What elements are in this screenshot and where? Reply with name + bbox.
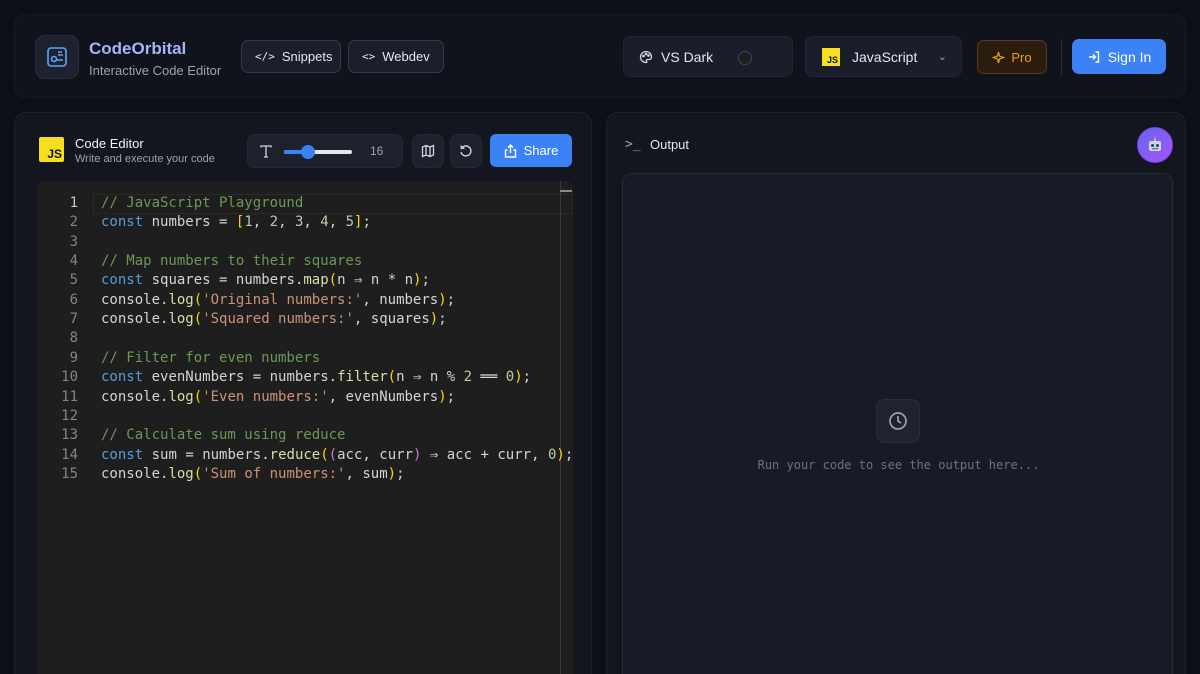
code-text: // Filter for even numbers (101, 349, 321, 366)
type-icon (260, 145, 272, 158)
reset-code-button[interactable] (450, 134, 482, 168)
output-placeholder: Run your code to see the output here... (757, 458, 1040, 472)
brand-name: CodeOrbital (89, 39, 187, 58)
line-number: 11 (61, 388, 78, 405)
js-language-icon: JS (822, 47, 840, 66)
theme-label: VS Dark (661, 48, 714, 65)
code-text: const evenNumbers = numbers.filter(n ⇒ n… (101, 369, 532, 386)
clock-icon (889, 412, 907, 430)
code-line[interactable]: 11 console.log('Even numbers:', evenNumbe… (37, 388, 573, 407)
line-number: 10 (61, 369, 78, 386)
sparkles-icon (992, 51, 1006, 63)
code-line[interactable]: 14 const sum = numbers.reduce((acc, curr)… (37, 446, 573, 465)
code-line[interactable]: 13 // Calculate sum using reduce (37, 426, 573, 445)
logo[interactable] (35, 35, 79, 79)
palette-icon (639, 50, 653, 63)
editor-title: Code Editor (75, 136, 144, 151)
pro-label: Pro (1011, 49, 1032, 65)
line-number: 6 (69, 291, 78, 308)
output-title: Output (650, 137, 690, 152)
code-line[interactable]: 3 (37, 233, 573, 252)
ai-assistant-button[interactable] (1137, 127, 1173, 163)
line-number: 15 (61, 465, 78, 482)
slider-handle[interactable] (300, 145, 315, 159)
webdev-button[interactable]: <> Webdev (348, 40, 444, 73)
code-text: const sum = numbers.reduce((acc, curr) ⇒… (101, 446, 573, 463)
rotate-ccw-icon (460, 145, 472, 157)
code-editor-panel: JS Code Editor Write and execute your co… (14, 112, 592, 674)
line-number: 14 (61, 446, 78, 463)
code-line[interactable]: 8 (37, 329, 573, 348)
code-line[interactable]: 6 console.log('Original numbers:', number… (37, 291, 573, 310)
line-number: 2 (69, 214, 78, 231)
language-selector[interactable]: JS JavaScript ⌄ (805, 36, 962, 77)
share-button[interactable]: Share (490, 134, 572, 167)
font-size-control: 16 (247, 134, 403, 168)
line-number: 9 (69, 349, 78, 366)
code-line[interactable]: 2 const numbers = [1, 2, 3, 4, 5]; (37, 213, 573, 232)
language-label: JavaScript (852, 48, 918, 65)
code-brackets-icon: <> (362, 50, 376, 63)
code-text: // JavaScript Playground (101, 195, 304, 211)
brand-tagline: Interactive Code Editor (89, 63, 222, 78)
header-divider (1061, 39, 1062, 75)
code-text: console.log('Sum of numbers:', sum); (101, 465, 405, 482)
line-number: 4 (69, 253, 78, 270)
line-number: 13 (61, 427, 78, 444)
sign-in-icon (1088, 50, 1099, 63)
code-line[interactable]: 9 // Filter for even numbers (37, 349, 573, 368)
js-file-icon: JS (39, 137, 64, 162)
code-text: const squares = numbers.map(n ⇒ n * n); (101, 272, 430, 289)
terminal-icon: >_ (625, 137, 641, 152)
map-icon (421, 144, 435, 158)
theme-swatch (738, 51, 752, 65)
scrollbar-marker (560, 190, 572, 192)
output-console: Run your code to see the output here... (622, 173, 1173, 674)
code-text: // Calculate sum using reduce (101, 427, 346, 444)
code-line[interactable]: 5 const squares = numbers.map(n ⇒ n * n); (37, 271, 573, 290)
share-icon (504, 143, 516, 158)
line-number: 12 (61, 407, 78, 424)
output-panel: >_ Output Run your code to see the outpu… (606, 112, 1186, 674)
code-text: console.log('Squared numbers:', squares)… (101, 311, 447, 328)
snippets-label: Snippets (281, 49, 333, 64)
robot-icon (1149, 136, 1161, 151)
minimap-toggle-button[interactable] (412, 134, 444, 168)
code-line[interactable]: 15 console.log('Sum of numbers:', sum); (37, 465, 573, 484)
line-number: 7 (69, 311, 78, 328)
line-number: 1 (69, 195, 78, 211)
app-header: CodeOrbital Interactive Code Editor </> … (14, 14, 1186, 98)
sign-in-button[interactable]: Sign In (1072, 39, 1166, 74)
code-line[interactable]: 10 const evenNumbers = numbers.filter(n ⇒… (37, 368, 573, 387)
code-line[interactable]: 12 (37, 407, 573, 426)
snippets-button[interactable]: </> Snippets (241, 40, 341, 73)
editor-subtitle: Write and execute your code (75, 153, 215, 165)
orbit-logo-icon (47, 47, 67, 67)
code-line[interactable]: 1 // JavaScript Playground (37, 194, 573, 213)
webdev-label: Webdev (382, 49, 430, 64)
code-line[interactable]: 7 console.log('Squared numbers:', squares… (37, 310, 573, 329)
code-text: console.log('Even numbers:', evenNumbers… (101, 388, 456, 405)
clock-icon-box (876, 399, 920, 443)
line-number: 8 (69, 330, 78, 347)
chevron-down-icon: ⌄ (937, 51, 947, 63)
font-size-slider[interactable] (284, 145, 352, 159)
font-size-value: 16 (370, 144, 384, 158)
line-number: 5 (69, 272, 78, 289)
code-line[interactable]: 4 // Map numbers to their squares (37, 252, 573, 271)
share-label: Share (523, 143, 559, 158)
sign-in-label: Sign In (1107, 48, 1152, 65)
code-icon: </> (255, 50, 275, 63)
pro-button[interactable]: Pro (977, 40, 1047, 74)
code-editor[interactable]: 1 // JavaScript Playground 2 const numbers … (37, 181, 573, 674)
code-text: const numbers = [1, 2, 3, 4, 5]; (101, 214, 371, 231)
code-text: console.log('Original numbers:', numbers… (101, 291, 456, 308)
theme-selector[interactable]: VS Dark (623, 36, 793, 77)
line-number: 3 (69, 233, 78, 250)
code-text: // Map numbers to their squares (101, 253, 363, 270)
